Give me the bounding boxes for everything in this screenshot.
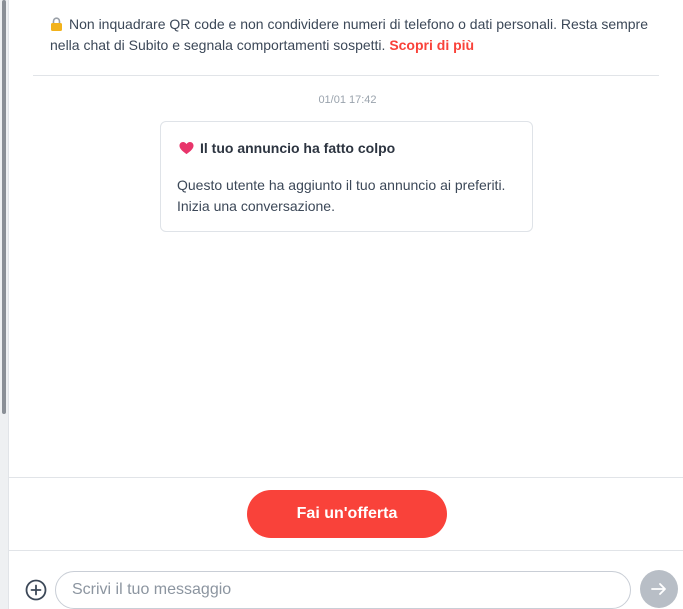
divider: [33, 75, 659, 76]
scrollbar[interactable]: [0, 0, 9, 609]
safety-notice: Non inquadrare QR code e non condividere…: [50, 14, 650, 56]
learn-more-link[interactable]: Scopri di più: [389, 37, 474, 53]
scrollbar-thumb[interactable]: [2, 0, 6, 414]
heart-icon: [179, 142, 194, 155]
card-title: Il tuo annuncio ha fatto colpo: [179, 140, 395, 156]
card-body: Questo utente ha aggiunto il tuo annunci…: [177, 177, 506, 214]
divider: [8, 550, 683, 551]
message-timestamp: 01/01 17:42: [318, 94, 377, 106]
make-offer-button[interactable]: Fai un'offerta: [247, 490, 447, 538]
safety-notice-text: Non inquadrare QR code e non condividere…: [50, 16, 649, 53]
system-message-card: Il tuo annuncio ha fatto colpo Questo ut…: [160, 121, 533, 232]
message-input[interactable]: [55, 571, 631, 609]
plus-circle-icon[interactable]: [25, 579, 47, 601]
lock-icon: [51, 17, 62, 31]
send-button[interactable]: [640, 570, 678, 608]
card-title-text: Il tuo annuncio ha fatto colpo: [200, 140, 396, 156]
arrow-right-icon: [651, 583, 666, 595]
divider: [8, 477, 683, 478]
